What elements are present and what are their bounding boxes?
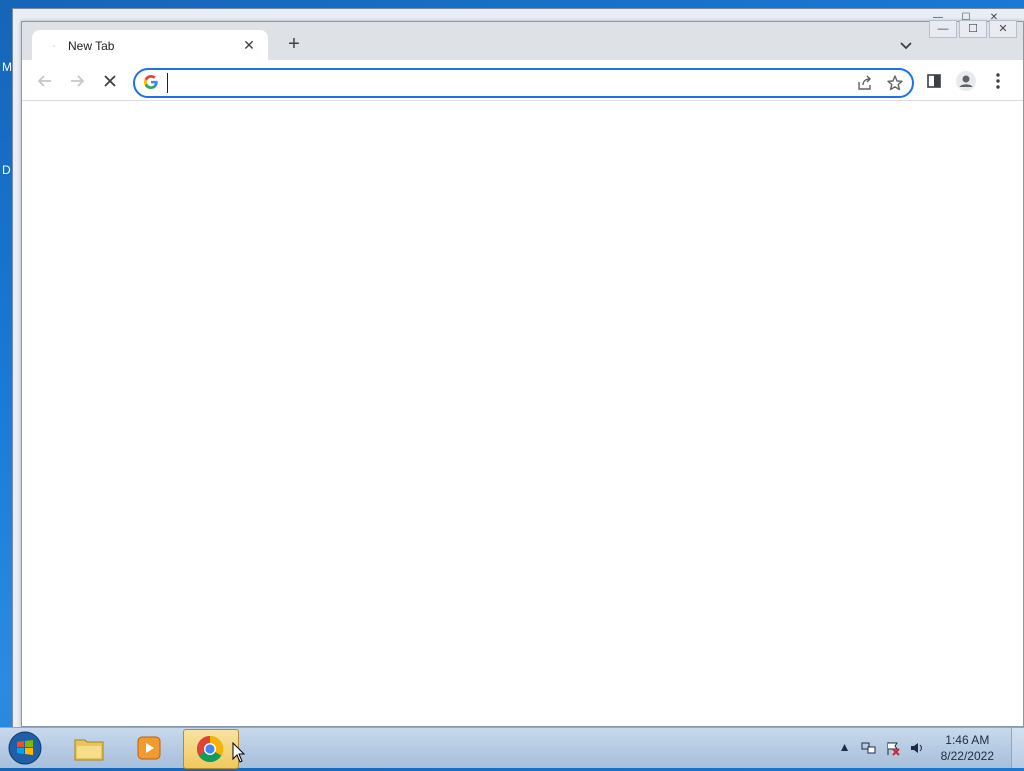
- desktop-icon-label-fragment: M: [2, 60, 12, 74]
- forward-arrow-icon[interactable]: [66, 70, 88, 92]
- profile-avatar-icon[interactable]: [955, 70, 977, 92]
- desktop-icon-label-fragment: D: [2, 163, 11, 177]
- chrome-window: New Tab ✕ + — ☐ ✕: [21, 20, 1024, 727]
- tray-expand-icon[interactable]: ▲: [837, 740, 853, 756]
- close-button[interactable]: ✕: [989, 20, 1017, 38]
- browser-toolbar: [22, 60, 1023, 101]
- chrome-icon: [195, 734, 225, 769]
- network-icon[interactable]: [861, 740, 877, 756]
- tab-favicon-icon: [48, 39, 60, 51]
- share-icon[interactable]: [856, 74, 874, 92]
- minimize-button[interactable]: —: [929, 20, 957, 38]
- volume-icon[interactable]: [909, 740, 925, 756]
- taskbar-media-player-button[interactable]: [122, 729, 176, 767]
- clock-time: 1:46 AM: [945, 733, 990, 747]
- system-clock[interactable]: 1:46 AM 8/22/2022: [941, 732, 994, 764]
- mouse-cursor-icon: [232, 741, 246, 764]
- tab-strip: New Tab ✕ + — ☐ ✕: [22, 20, 1023, 60]
- media-player-icon: [135, 735, 163, 766]
- new-tab-button[interactable]: +: [284, 34, 304, 54]
- maximize-button[interactable]: ☐: [959, 20, 987, 38]
- bookmark-star-icon[interactable]: [886, 74, 904, 92]
- chevron-down-icon[interactable]: [897, 36, 915, 54]
- folder-icon: [73, 734, 105, 767]
- side-panel-icon[interactable]: [923, 70, 945, 92]
- taskbar-chrome-button[interactable]: [183, 729, 239, 769]
- menu-kebab-icon[interactable]: [987, 70, 1009, 92]
- show-desktop-button[interactable]: [1011, 728, 1024, 768]
- stop-loading-icon[interactable]: [99, 70, 121, 92]
- omnibox-input[interactable]: [167, 73, 812, 93]
- close-icon[interactable]: ✕: [240, 36, 258, 54]
- tab-title: New Tab: [68, 39, 115, 53]
- address-bar[interactable]: [133, 68, 914, 98]
- google-g-icon: [143, 74, 159, 90]
- tab-new-tab[interactable]: New Tab ✕: [32, 30, 268, 60]
- back-arrow-icon[interactable]: [34, 70, 56, 92]
- action-center-flag-icon[interactable]: [885, 740, 901, 756]
- taskbar-explorer-button[interactable]: [62, 729, 116, 767]
- start-button[interactable]: [6, 730, 44, 766]
- clock-date: 8/22/2022: [940, 749, 994, 763]
- page-content: [22, 101, 1023, 726]
- taskbar: ▲ 1:46 AM 8/22/2022: [0, 727, 1024, 769]
- system-tray: ▲ 1:46 AM 8/22/2022: [837, 728, 994, 768]
